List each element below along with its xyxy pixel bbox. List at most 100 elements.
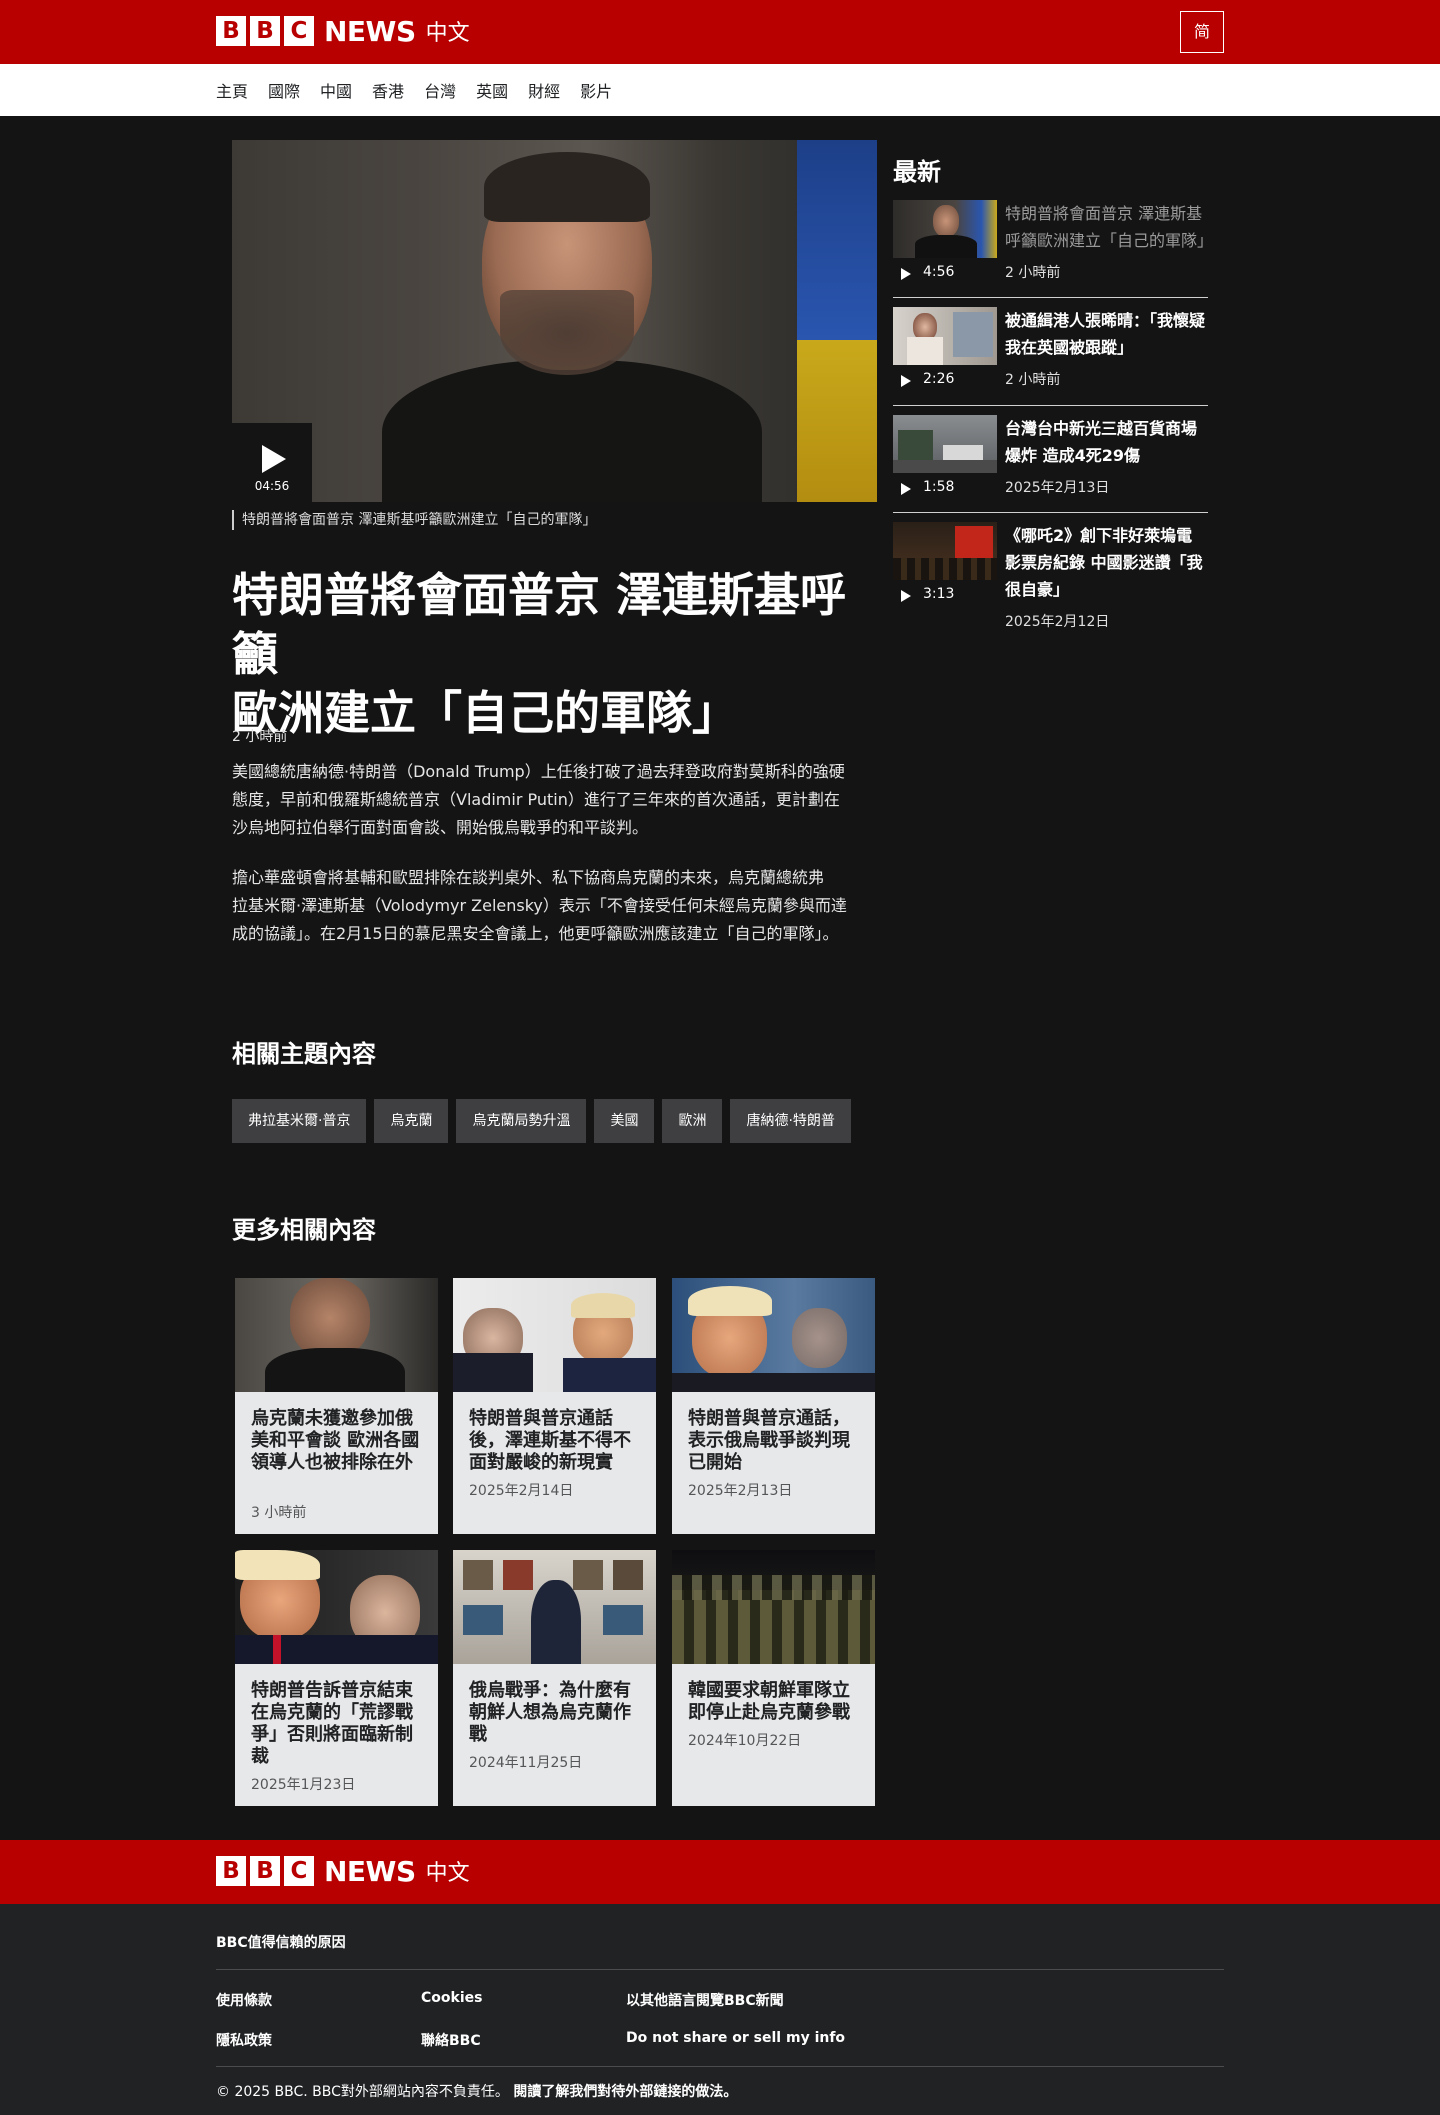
nav-item-international[interactable]: 國際 [268,78,300,102]
latest-duration: 3:13 [923,586,955,602]
bbc-news-logo[interactable]: B B C NEWS 中文 [216,15,470,48]
footer-link-terms[interactable]: 使用條款 [216,1990,272,2010]
footer-bbc-news-logo[interactable]: B B C NEWS 中文 [216,1854,470,1888]
footer-brand-bar: B B C NEWS 中文 [0,1840,1440,1904]
main-navigation: 主頁 國際 中國 香港 台灣 英國 財經 影片 [0,64,1440,116]
card-date: 2024年11月25日 [469,1755,583,1771]
nav-item-taiwan[interactable]: 台灣 [424,78,456,102]
logo-news-text: NEWS [324,1854,416,1888]
related-topic-tags: 弗拉基米爾·普京 烏克蘭 烏克蘭局勢升溫 美國 歐洲 唐納德·特朗普 [232,1099,859,1143]
footer-link-other-languages[interactable]: 以其他語言閱覽BBC新聞 [626,1990,784,2010]
play-icon [901,590,911,602]
card-image [672,1550,875,1664]
video-duration: 04:56 [254,479,290,493]
flag-blue-stripe [797,140,877,340]
para2-line-1: 擔心華盛頓會將基輔和歐盟排除在談判桌外、私下協商烏克蘭的未來，烏克蘭總統弗 [232,868,825,887]
card-title: 韓國要求朝鮮軍隊立即停止赴烏克蘭參戰 [688,1680,850,1723]
nav-item-uk[interactable]: 英國 [476,78,508,102]
copyright-text: © 2025 BBC. BBC對外部網站內容不負責任。 [216,2084,509,2100]
card-image [235,1278,438,1392]
card-date: 2025年2月13日 [688,1483,793,1499]
logo-letter-b2: B [250,16,280,46]
headline-line-1: 特朗普將會面普京 澤連斯基呼籲 [232,568,847,681]
latest-section-title: 最新 [893,158,941,186]
nav-item-china[interactable]: 中國 [320,78,352,102]
footer-link-external-policy[interactable]: 閱讀了解我們對待外部鏈接的做法。 [513,2084,737,2100]
video-play-button[interactable]: 04:56 [232,423,312,502]
latest-duration: 1:58 [923,479,955,495]
play-icon [262,445,286,473]
related-card[interactable]: 特朗普與普京通話後，澤連斯基不得不面對嚴峻的新現實 2025年2月14日 [453,1278,656,1534]
hero-figure-hair [484,152,650,222]
card-title: 特朗普告訴普京結束在烏克蘭的「荒謬戰爭」否則將面臨新制裁 [251,1680,413,1767]
related-card[interactable]: 俄烏戰爭：為什麼有朝鮮人想為烏克蘭作戰 2024年11月25日 [453,1550,656,1806]
card-image [453,1278,656,1392]
footer-link-cookies[interactable]: Cookies [421,1990,482,2006]
logo-letter-b2: B [250,1856,280,1886]
tag-ukraine[interactable]: 烏克蘭 [374,1099,449,1143]
related-card[interactable]: 韓國要求朝鮮軍隊立即停止赴烏克蘭參戰 2024年10月22日 [672,1550,875,1806]
hero-figure-beard [500,290,634,375]
latest-duration: 4:56 [923,264,955,280]
latest-date: 2 小時前 [1005,265,1061,281]
latest-divider [893,405,1208,406]
related-card[interactable]: 烏克蘭未獲邀參加俄美和平會談 歐洲各國領導人也被排除在外 3 小時前 [235,1278,438,1534]
footer-copyright: © 2025 BBC. BBC對外部網站內容不負責任。 閱讀了解我們對待外部鏈接… [216,2081,737,2101]
latest-duration: 2:26 [923,371,955,387]
card-title: 烏克蘭未獲邀參加俄美和平會談 歐洲各國領導人也被排除在外 [251,1408,420,1473]
footer-divider [216,2066,1224,2067]
para2-line-3: 成的協議」。在2月15日的慕尼黑安全會議上，他更呼籲歐洲應該建立「自己的軍隊」。 [232,924,839,943]
hero-video-player[interactable]: 04:56 [232,140,877,502]
latest-thumbnail [893,522,997,580]
article-headline: 特朗普將會面普京 澤連斯基呼籲 歐洲建立「自己的軍隊」 [232,566,877,743]
tag-ukraine-crisis[interactable]: 烏克蘭局勢升溫 [456,1099,587,1143]
tag-usa[interactable]: 美國 [594,1099,655,1143]
logo-letter-c: C [284,1856,314,1886]
card-image [672,1278,875,1392]
article-paragraph-1: 美國總統唐納德·特朗普（Donald Trump）上任後打破了過去拜登政府對莫斯… [232,758,847,842]
para1-line-3: 沙烏地阿拉伯舉行面對面會談、開始俄烏戰爭的和平談判。 [232,818,649,837]
related-card[interactable]: 特朗普告訴普京結束在烏克蘭的「荒謬戰爭」否則將面臨新制裁 2025年1月23日 [235,1550,438,1806]
latest-title: 特朗普將會面普京 澤連斯基呼籲歐洲建立「自己的軍隊」 [1005,204,1214,250]
logo-letter-b1: B [216,1856,246,1886]
tag-trump[interactable]: 唐納德·特朗普 [730,1099,851,1143]
latest-date: 2 小時前 [1005,372,1061,388]
logo-language-text: 中文 [425,1861,470,1886]
latest-title: 被通緝港人張晞晴：「我懷疑我在英國被跟蹤」 [1005,311,1206,357]
para1-line-1: 美國總統唐納德·特朗普（Donald Trump）上任後打破了過去拜登政府對莫斯… [232,762,845,781]
tag-putin[interactable]: 弗拉基米爾·普京 [232,1099,367,1143]
logo-language-text: 中文 [425,21,470,46]
card-image [235,1550,438,1664]
simplified-chinese-toggle-button[interactable]: 简 [1180,11,1224,53]
latest-divider [893,297,1208,298]
footer-link-contact[interactable]: 聯絡BBC [421,2030,481,2050]
nav-item-hong-kong[interactable]: 香港 [372,78,404,102]
hero-caption: 特朗普將會面普京 澤連斯基呼籲歐洲建立「自己的軍隊」 [232,510,596,530]
footer-link-trust[interactable]: BBC值得信賴的原因 [216,1932,346,1952]
nav-item-video[interactable]: 影片 [580,78,612,102]
card-title: 俄烏戰爭：為什麼有朝鮮人想為烏克蘭作戰 [469,1680,631,1745]
top-header-bar: B B C NEWS 中文 简 [0,0,1440,64]
footer-link-do-not-share[interactable]: Do not share or sell my info [626,2030,845,2046]
tag-europe[interactable]: 歐洲 [662,1099,723,1143]
related-topics-title: 相關主題內容 [232,1040,376,1068]
latest-title: 《哪吒2》創下非好萊塢電影票房紀錄 中國影迷讚「我很自豪」 [1005,526,1203,599]
play-icon [901,483,911,495]
nav-item-finance[interactable]: 財經 [528,78,560,102]
card-title: 特朗普與普京通話，表示俄烏戰爭談判現已開始 [688,1408,850,1473]
para1-line-2: 態度，早前和俄羅斯總統普京（Vladimir Putin）進行了三年來的首次通話… [232,790,840,809]
latest-divider [893,512,1208,513]
logo-letter-c: C [284,16,314,46]
nav-item-home[interactable]: 主頁 [216,78,248,102]
latest-title: 台灣台中新光三越百貨商場爆炸 造成4死29傷 [1005,419,1198,465]
related-card[interactable]: 特朗普與普京通話，表示俄烏戰爭談判現已開始 2025年2月13日 [672,1278,875,1534]
footer-divider [216,1969,1224,1970]
card-date: 2024年10月22日 [688,1733,802,1749]
card-date: 2025年2月14日 [469,1483,574,1499]
card-image [453,1550,656,1664]
headline-line-2: 歐洲建立「自己的軍隊」 [232,686,738,740]
card-date: 2025年1月23日 [251,1777,356,1793]
flag-yellow-stripe [797,340,877,502]
footer-link-privacy[interactable]: 隱私政策 [216,2030,272,2050]
logo-letter-b1: B [216,16,246,46]
